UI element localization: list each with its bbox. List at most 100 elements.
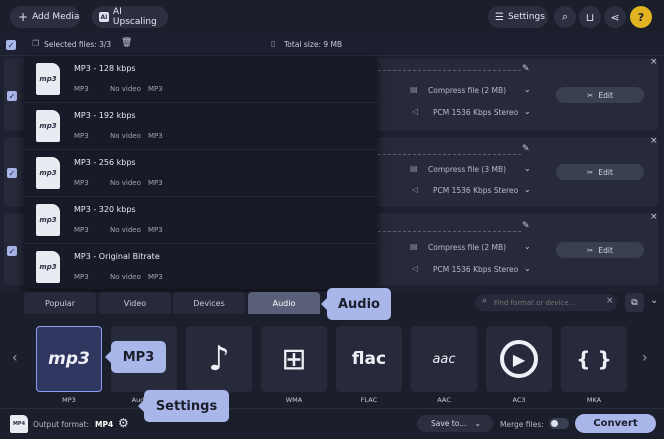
save-to-button[interactable]: Save to... ⌄ <box>417 415 493 432</box>
top-toolbar: + Add Media AI AI Upscaling ☰ Settings ⌕… <box>0 0 664 34</box>
chevron-down-icon[interactable]: ⌄ <box>524 185 531 194</box>
edit-label: Edit <box>598 90 613 100</box>
tab-audio[interactable]: Audio <box>248 292 320 314</box>
mka-logo-icon: { } <box>576 347 612 371</box>
callout-mp3: MP3 <box>105 341 166 373</box>
preset-codec: MP3 <box>148 226 163 234</box>
format-label: MP3 <box>62 396 76 404</box>
file-checkbox[interactable]: ✓ <box>7 91 17 101</box>
compress-icon: ▤ <box>410 242 418 251</box>
format-label: FLAC <box>360 396 378 404</box>
settings-button[interactable]: ☰ Settings <box>488 6 548 28</box>
selected-files-count: Selected files: 3/3 <box>44 40 112 49</box>
help-icon[interactable]: ? <box>630 6 652 28</box>
ai-upscaling-button[interactable]: AI AI Upscaling <box>92 6 168 28</box>
edit-label: Edit <box>598 167 613 177</box>
collapse-chevron-icon[interactable]: ⌄ <box>650 295 658 306</box>
aac-logo-icon: aac <box>432 351 456 367</box>
callout-settings: Settings <box>138 390 229 422</box>
preset-item[interactable]: mp3 MP3 - Original Bitrate MP3 No video … <box>24 244 377 291</box>
share-icon[interactable]: ⋖ <box>604 6 626 28</box>
play-circle-icon: ▶ <box>500 340 538 378</box>
chevron-down-icon[interactable]: ⌄ <box>474 419 481 428</box>
mp3-file-icon: mp3 <box>36 204 60 236</box>
trim-divider <box>378 154 521 155</box>
select-all-checkbox[interactable]: ✓ <box>6 40 16 50</box>
add-media-button[interactable]: + Add Media <box>10 6 80 28</box>
audio-setting[interactable]: PCM 1536 Kbps Stereo <box>433 186 518 195</box>
format-tile-flac[interactable]: flac <box>336 326 402 392</box>
format-gallery: ‹ › ^ mp3 MP3 ^ Audio fi ^ ♪ ^ ⊞ WMA ^ f… <box>0 316 664 408</box>
trim-divider <box>378 70 521 71</box>
preset-format: MP3 <box>74 85 89 93</box>
format-tile-music[interactable]: ♪ <box>186 326 252 392</box>
file-checkbox[interactable]: ✓ <box>7 168 17 178</box>
scroll-right-icon[interactable]: › <box>642 350 648 366</box>
preset-video: No video <box>110 132 141 140</box>
preset-video: No video <box>110 226 141 234</box>
preset-item[interactable]: mp3 MP3 - 320 kbps MP3 No video MP3 <box>24 197 377 244</box>
trim-divider <box>378 231 521 232</box>
preset-title: MP3 - 256 kbps <box>74 158 136 167</box>
close-icon[interactable]: × <box>650 212 658 222</box>
file-checkbox[interactable]: ✓ <box>7 246 17 256</box>
search-icon[interactable]: ⌕ <box>554 6 576 28</box>
cart-icon[interactable]: ⊔ <box>579 6 601 28</box>
output-format-icon: MP4 <box>10 415 28 433</box>
chevron-down-icon[interactable]: ⌄ <box>524 264 531 273</box>
format-tile-aac[interactable]: aac <box>411 326 477 392</box>
tab-devices[interactable]: Devices <box>173 292 245 314</box>
trash-icon[interactable]: 🗑 <box>121 38 132 48</box>
tab-popular[interactable]: Popular <box>24 292 96 314</box>
preset-item[interactable]: mp3 MP3 - 128 kbps MP3 No video MP3 <box>24 56 377 103</box>
format-tile-mka[interactable]: { } <box>561 326 627 392</box>
preset-item[interactable]: mp3 MP3 - 192 kbps MP3 No video MP3 <box>24 103 377 150</box>
audio-setting[interactable]: PCM 1536 Kbps Stereo <box>433 265 518 274</box>
format-tile-mp3[interactable]: mp3 <box>36 326 102 392</box>
speaker-icon: ◁ <box>412 264 419 273</box>
convert-button[interactable]: Convert <box>575 414 656 433</box>
chevron-down-icon[interactable]: ⌄ <box>524 164 531 173</box>
scroll-left-icon[interactable]: ‹ <box>12 350 18 366</box>
scissors-icon: ✂ <box>587 167 594 177</box>
plus-icon: + <box>18 10 29 24</box>
merge-files-toggle[interactable] <box>549 418 569 429</box>
preset-codec: MP3 <box>148 273 163 281</box>
clear-icon[interactable]: × <box>606 296 614 306</box>
mp3-file-icon: mp3 <box>36 110 60 142</box>
edit-button[interactable]: ✂ Edit <box>556 164 644 180</box>
files-icon: ❐ <box>32 39 40 48</box>
preset-format: MP3 <box>74 132 89 140</box>
speaker-icon: ◁ <box>412 185 419 194</box>
custom-preset-icon[interactable]: ⧉ <box>625 293 644 312</box>
format-tile-ac3[interactable]: ▶ <box>486 326 552 392</box>
chevron-down-icon[interactable]: ⌄ <box>524 242 531 251</box>
preset-item[interactable]: mp3 MP3 - 256 kbps MP3 No video MP3 <box>24 150 377 197</box>
close-icon[interactable]: × <box>650 136 658 146</box>
edit-button[interactable]: ✂ Edit <box>556 242 644 258</box>
pencil-icon[interactable]: ✎ <box>522 221 530 231</box>
format-search[interactable]: ⌕ × <box>475 294 617 311</box>
pencil-icon[interactable]: ✎ <box>522 64 530 74</box>
preset-format: MP3 <box>74 226 89 234</box>
chevron-down-icon[interactable]: ⌄ <box>524 85 531 94</box>
tab-video[interactable]: Video <box>99 292 171 314</box>
audio-setting[interactable]: PCM 1536 Kbps Stereo <box>433 108 518 117</box>
format-label: AAC <box>437 396 451 404</box>
gear-icon[interactable]: ⚙ <box>118 416 129 430</box>
output-format-label: Output format: <box>33 420 89 429</box>
edit-button[interactable]: ✂ Edit <box>556 87 644 103</box>
format-tile-wma[interactable]: ⊞ <box>261 326 327 392</box>
compress-setting[interactable]: Compress file (2 MB) <box>428 86 506 95</box>
pencil-icon[interactable]: ✎ <box>522 144 530 154</box>
preset-codec: MP3 <box>148 85 163 93</box>
compress-setting[interactable]: Compress file (3 MB) <box>428 165 506 174</box>
chevron-down-icon[interactable]: ⌄ <box>524 107 531 116</box>
music-note-icon: ♪ <box>208 339 230 379</box>
preset-title: MP3 - 128 kbps <box>74 64 136 73</box>
format-search-input[interactable] <box>494 296 599 309</box>
close-icon[interactable]: × <box>650 57 658 67</box>
scissors-icon: ✂ <box>587 245 594 255</box>
save-to-label: Save to... <box>431 419 467 428</box>
compress-setting[interactable]: Compress file (2 MB) <box>428 243 506 252</box>
